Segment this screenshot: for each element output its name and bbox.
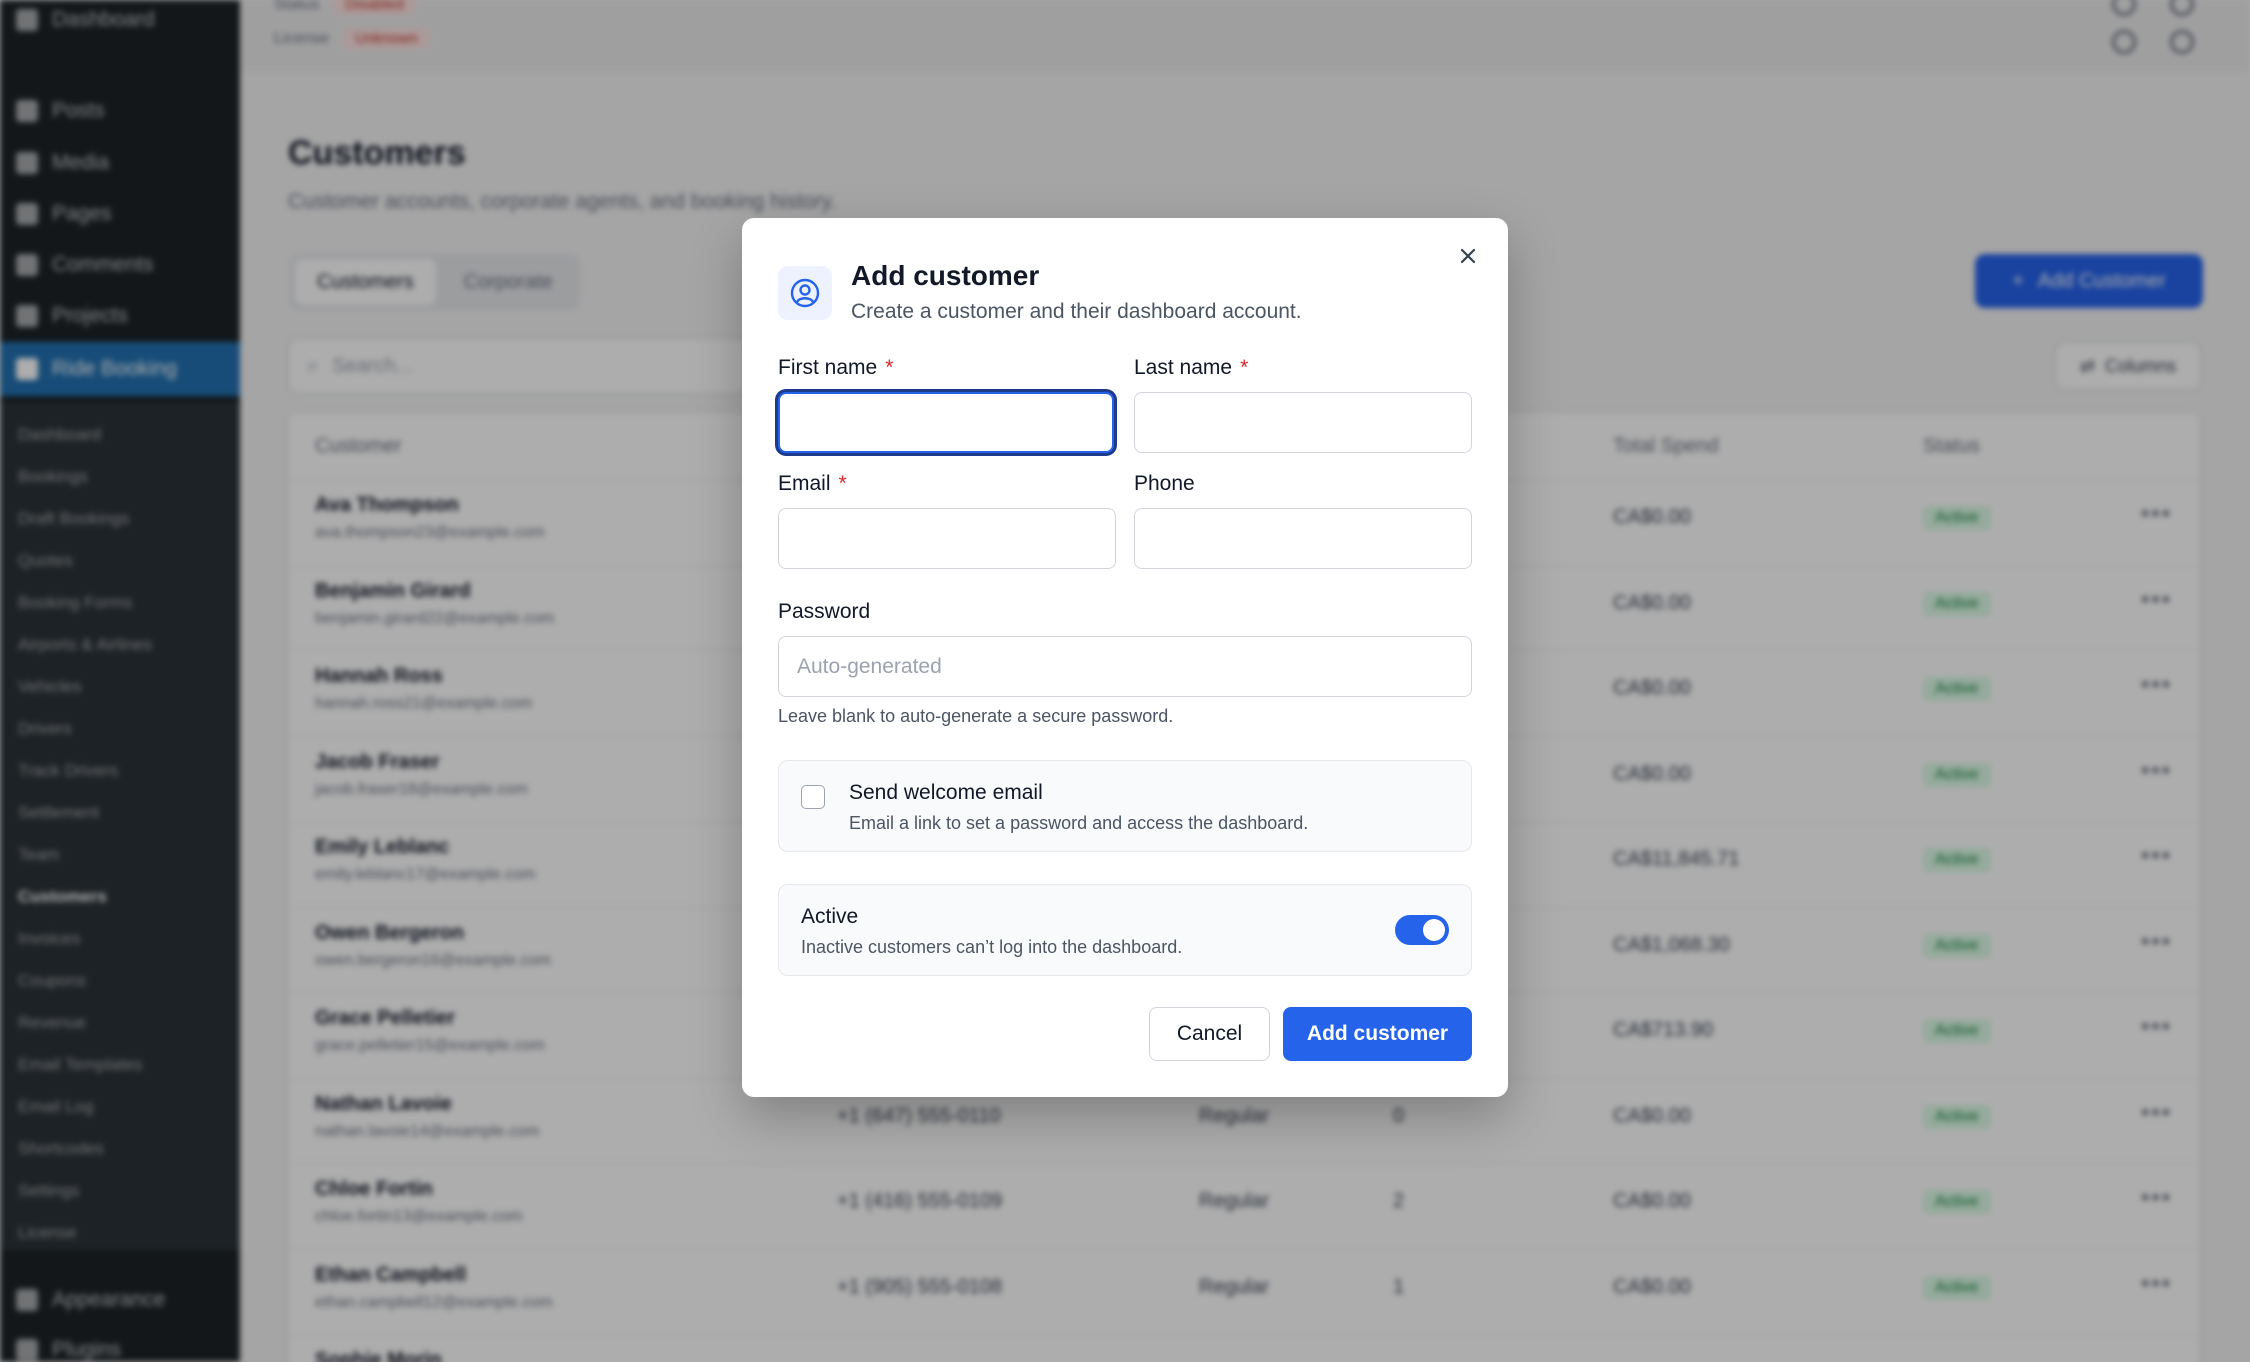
welcome-email-description: Email a link to set a password and acces… [849, 813, 1309, 833]
add-customer-dialog: Add customer Create a customer and their… [742, 218, 1508, 1097]
dialog-description: Create a customer and their dashboard ac… [851, 300, 1302, 323]
active-option: Active Inactive customers can’t log into… [778, 884, 1472, 976]
close-button[interactable] [1452, 240, 1484, 272]
last-name-input[interactable] [1134, 392, 1472, 453]
email-input[interactable] [778, 508, 1116, 569]
phone-label: Phone [1134, 472, 1195, 495]
required-mark: * [838, 472, 847, 495]
send-welcome-email-checkbox[interactable] [801, 785, 825, 809]
first-name-input[interactable] [778, 392, 1114, 453]
active-description: Inactive customers can’t log into the da… [801, 937, 1183, 957]
close-icon [1460, 248, 1476, 264]
send-welcome-email-option[interactable]: Send welcome email Email a link to set a… [778, 760, 1472, 852]
toggle-knob [1423, 919, 1445, 941]
password-label: Password [778, 600, 871, 623]
active-toggle[interactable] [1395, 915, 1449, 945]
phone-input[interactable] [1134, 508, 1472, 569]
cancel-button[interactable]: Cancel [1149, 1007, 1270, 1061]
last-name-label: Last name * [1134, 356, 1249, 379]
add-customer-submit-button[interactable]: Add customer [1283, 1007, 1472, 1061]
first-name-label: First name * [778, 356, 894, 379]
welcome-email-title: Send welcome email [849, 781, 1043, 804]
required-mark: * [1240, 356, 1249, 379]
password-help-text: Leave blank to auto-generate a secure pa… [778, 706, 1174, 726]
email-label: Email * [778, 472, 847, 495]
dialog-title: Add customer [851, 260, 1040, 291]
active-title: Active [801, 905, 859, 928]
user-circle-icon [778, 266, 832, 320]
required-mark: * [885, 356, 894, 379]
password-input[interactable] [778, 636, 1472, 697]
